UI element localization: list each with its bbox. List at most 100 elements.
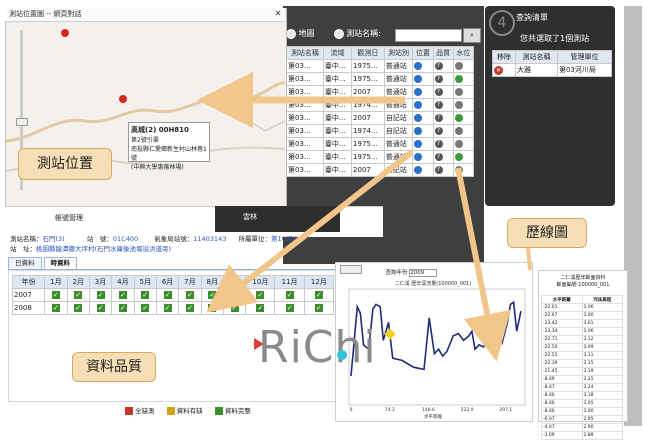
globe-icon[interactable] [414, 62, 423, 70]
complete-check-icon[interactable]: ✓ [96, 291, 105, 299]
quality-cell[interactable]: ? [432, 137, 454, 151]
month-cell[interactable]: ✓ [200, 301, 224, 315]
month-cell[interactable]: ✓ [274, 288, 305, 302]
month-cell[interactable]: ✓ [155, 301, 180, 315]
globe-icon[interactable] [414, 75, 423, 83]
station-name-input[interactable] [395, 29, 462, 42]
water-level-icon[interactable] [454, 127, 463, 135]
quality-cell[interactable]: ? [432, 124, 454, 138]
location-cell[interactable] [412, 163, 434, 177]
radio-map[interactable] [286, 28, 296, 39]
complete-check-icon[interactable]: ✓ [208, 304, 217, 312]
globe-icon[interactable] [414, 127, 423, 135]
quality-cell[interactable]: ? [432, 59, 454, 73]
location-cell[interactable] [412, 72, 434, 86]
quality-cell[interactable]: ? [432, 98, 454, 112]
quality-icon[interactable]: ? [434, 140, 443, 148]
month-cell[interactable]: ✓ [222, 288, 247, 302]
complete-check-icon[interactable]: ✓ [285, 291, 294, 299]
globe-icon[interactable] [414, 166, 423, 174]
search-button[interactable]: ⌕ [463, 28, 481, 43]
month-cell[interactable]: ✓ [222, 301, 247, 315]
month-cell[interactable]: ✓ [178, 288, 202, 302]
water-level-icon[interactable] [454, 166, 463, 174]
water-level-cell[interactable] [452, 111, 475, 125]
water-level-cell[interactable] [452, 85, 475, 99]
month-cell[interactable]: ✓ [111, 288, 135, 302]
zoom-slider-handle[interactable] [16, 118, 28, 126]
complete-check-icon[interactable]: ✓ [314, 304, 323, 312]
complete-check-icon[interactable]: ✓ [314, 291, 323, 299]
remove-icon[interactable]: ✕ [494, 65, 503, 75]
location-cell[interactable] [412, 98, 434, 112]
quality-cell[interactable]: ? [432, 72, 454, 86]
month-cell[interactable]: ✓ [133, 288, 157, 302]
quality-icon[interactable]: ? [434, 62, 443, 70]
tab-hourly[interactable]: 時資料 [43, 257, 77, 269]
quality-icon[interactable]: ? [434, 127, 443, 135]
complete-check-icon[interactable]: ✓ [256, 291, 265, 299]
quality-cell[interactable]: ? [432, 150, 454, 164]
water-level-icon[interactable] [454, 62, 463, 70]
station-row[interactable]: 第03... 臺中... 1974... 普通站? [286, 98, 475, 112]
month-cell[interactable]: ✓ [200, 288, 224, 302]
station-marker-selected[interactable] [119, 95, 127, 103]
quality-icon[interactable]: ? [434, 114, 443, 122]
water-level-cell[interactable] [452, 98, 475, 112]
station-row[interactable]: 第03... 臺中... 1975... 普通站? [286, 59, 475, 73]
location-cell[interactable] [412, 85, 434, 99]
month-cell[interactable]: ✓ [66, 288, 90, 302]
month-cell[interactable]: ✓ [44, 301, 68, 315]
water-level-cell[interactable] [452, 124, 475, 138]
complete-check-icon[interactable]: ✓ [141, 291, 150, 299]
quality-icon[interactable]: ? [434, 153, 443, 161]
month-cell[interactable]: ✓ [303, 288, 335, 302]
water-level-icon[interactable] [454, 101, 463, 109]
station-row[interactable]: 第03... 臺中... 1974... 自記站? [286, 124, 475, 138]
globe-icon[interactable] [414, 101, 423, 109]
station-row[interactable]: 第03... 臺中... 1975... 普通站? [286, 72, 475, 86]
month-cell[interactable]: ✓ [245, 301, 276, 315]
complete-check-icon[interactable]: ✓ [141, 304, 150, 312]
water-level-cell[interactable] [452, 163, 475, 177]
water-level-icon[interactable] [454, 88, 463, 96]
complete-check-icon[interactable]: ✓ [51, 304, 60, 312]
month-cell[interactable]: ✓ [245, 288, 276, 302]
location-cell[interactable] [412, 150, 434, 164]
complete-check-icon[interactable]: ✓ [96, 304, 105, 312]
complete-check-icon[interactable]: ✓ [230, 291, 239, 299]
complete-check-icon[interactable]: ✓ [285, 304, 294, 312]
complete-check-icon[interactable]: ✓ [118, 291, 127, 299]
globe-icon[interactable] [414, 88, 423, 96]
quality-cell[interactable]: ? [432, 163, 454, 177]
remove-cell[interactable]: ✕ [492, 63, 516, 77]
complete-check-icon[interactable]: ✓ [230, 304, 239, 312]
location-cell[interactable] [412, 137, 434, 151]
month-cell[interactable]: ✓ [178, 301, 202, 315]
water-level-cell[interactable] [452, 137, 475, 151]
station-row[interactable]: 第03... 臺中... 2007 普通站? [286, 85, 475, 99]
quality-cell[interactable]: ? [432, 111, 454, 125]
chart-back-button[interactable] [340, 265, 362, 274]
complete-check-icon[interactable]: ✓ [51, 291, 60, 299]
complete-check-icon[interactable]: ✓ [185, 304, 194, 312]
water-level-cell[interactable] [452, 150, 475, 164]
tab-daily[interactable]: 日資料 [8, 257, 42, 269]
quality-icon[interactable]: ? [434, 88, 443, 96]
month-cell[interactable]: ✓ [133, 301, 157, 315]
complete-check-icon[interactable]: ✓ [163, 304, 172, 312]
quality-cell[interactable]: ? [432, 85, 454, 99]
month-cell[interactable]: ✓ [66, 301, 90, 315]
complete-check-icon[interactable]: ✓ [208, 291, 217, 299]
location-cell[interactable] [412, 59, 434, 73]
month-cell[interactable]: ✓ [88, 288, 113, 302]
month-cell[interactable]: ✓ [274, 301, 305, 315]
station-marker[interactable] [61, 29, 69, 37]
globe-icon[interactable] [414, 140, 423, 148]
quality-icon[interactable]: ? [434, 75, 443, 83]
quality-icon[interactable]: ? [434, 166, 443, 174]
radio-station-name[interactable] [333, 28, 344, 39]
month-cell[interactable]: ✓ [88, 301, 113, 315]
complete-check-icon[interactable]: ✓ [163, 291, 172, 299]
water-level-cell[interactable] [452, 59, 475, 73]
